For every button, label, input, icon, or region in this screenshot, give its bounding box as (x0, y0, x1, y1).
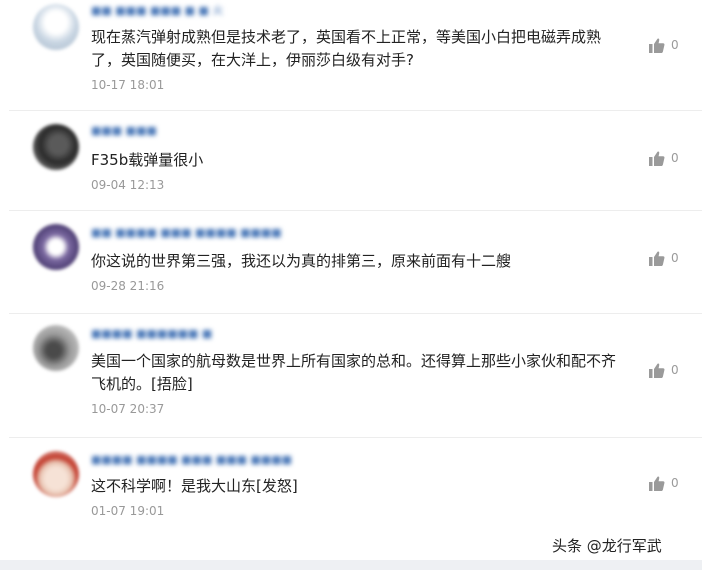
like-count: 0 (671, 476, 679, 490)
username[interactable]: ■■■■ ■■■■ ■■■ ■■■ ■■■■ (91, 453, 292, 467)
comment-item: ■■■■ ■■■■ ■■■ ■■■ ■■■■ 这不科学啊！是我大山东[发怒] 0… (9, 437, 702, 527)
username[interactable]: ■■■ ■■■ (91, 124, 157, 138)
comment-item: ■■ ■■■■ ■■■ ■■■■ ■■■■ 你这说的世界第三强，我还以为真的排第… (9, 210, 702, 314)
like-button[interactable]: 0 (649, 249, 679, 267)
comment-text: 这不科学啊！是我大山东[发怒] (91, 477, 298, 495)
username[interactable]: ■■■■ ■■■■■■ ■ (91, 327, 212, 341)
avatar[interactable] (33, 4, 79, 50)
avatar[interactable] (33, 124, 79, 170)
username[interactable]: ■■ ■■■■ ■■■ ■■■■ ■■■■ (91, 226, 282, 240)
watermark: 头条 @龙行军武 (552, 537, 662, 555)
comment-timestamp: 01-07 19:01 (91, 504, 165, 518)
comment-timestamp: 09-28 21:16 (91, 279, 165, 293)
like-count: 0 (671, 251, 679, 265)
avatar[interactable] (33, 325, 79, 371)
comment-text: 现在蒸汽弹射成熟但是技术老了，英国看不上正常，等美国小白把电磁弄成熟了，英国随便… (91, 28, 602, 69)
comment-item: ■■ ■■■ ■■■ ■ ■ 火 现在蒸汽弹射成熟但是技术老了，英国看不上正常，… (9, 0, 702, 111)
like-count: 0 (671, 363, 679, 377)
avatar[interactable] (33, 224, 79, 270)
like-button[interactable]: 0 (649, 361, 679, 379)
comment-text: 美国一个国家的航母数是世界上所有国家的总和。还得算上那些小家伙和配不齐飞机的。[… (91, 352, 617, 393)
username[interactable]: ■■ ■■■ ■■■ ■ ■ 火 (91, 4, 223, 18)
like-count: 0 (671, 151, 679, 165)
like-button[interactable]: 0 (649, 474, 679, 492)
thumbs-up-icon (649, 38, 665, 53)
comment-text: 你这说的世界第三强，我还以为真的排第三，原来前面有十二艘 (91, 252, 512, 270)
like-count: 0 (671, 38, 679, 52)
thumbs-up-icon (649, 251, 665, 266)
comment-timestamp: 09-04 12:13 (91, 178, 165, 192)
thumbs-up-icon (649, 363, 665, 378)
comment-timestamp: 10-17 18:01 (91, 78, 165, 92)
comment-list: ■■ ■■■ ■■■ ■ ■ 火 现在蒸汽弹射成熟但是技术老了，英国看不上正常，… (9, 0, 702, 560)
comment-timestamp: 10-07 20:37 (91, 402, 165, 416)
comment-item: ■■■ ■■■ F35b载弹量很小 09-04 12:13 0 (9, 110, 702, 211)
comment-text: F35b载弹量很小 (91, 151, 204, 169)
bottom-strip (0, 560, 702, 570)
comment-item: ■■■■ ■■■■■■ ■ 美国一个国家的航母数是世界上所有国家的总和。还得算上… (9, 313, 702, 438)
avatar[interactable] (33, 451, 79, 497)
thumbs-up-icon (649, 151, 665, 166)
thumbs-up-icon (649, 476, 665, 491)
like-button[interactable]: 0 (649, 149, 679, 167)
like-button[interactable]: 0 (649, 36, 679, 54)
